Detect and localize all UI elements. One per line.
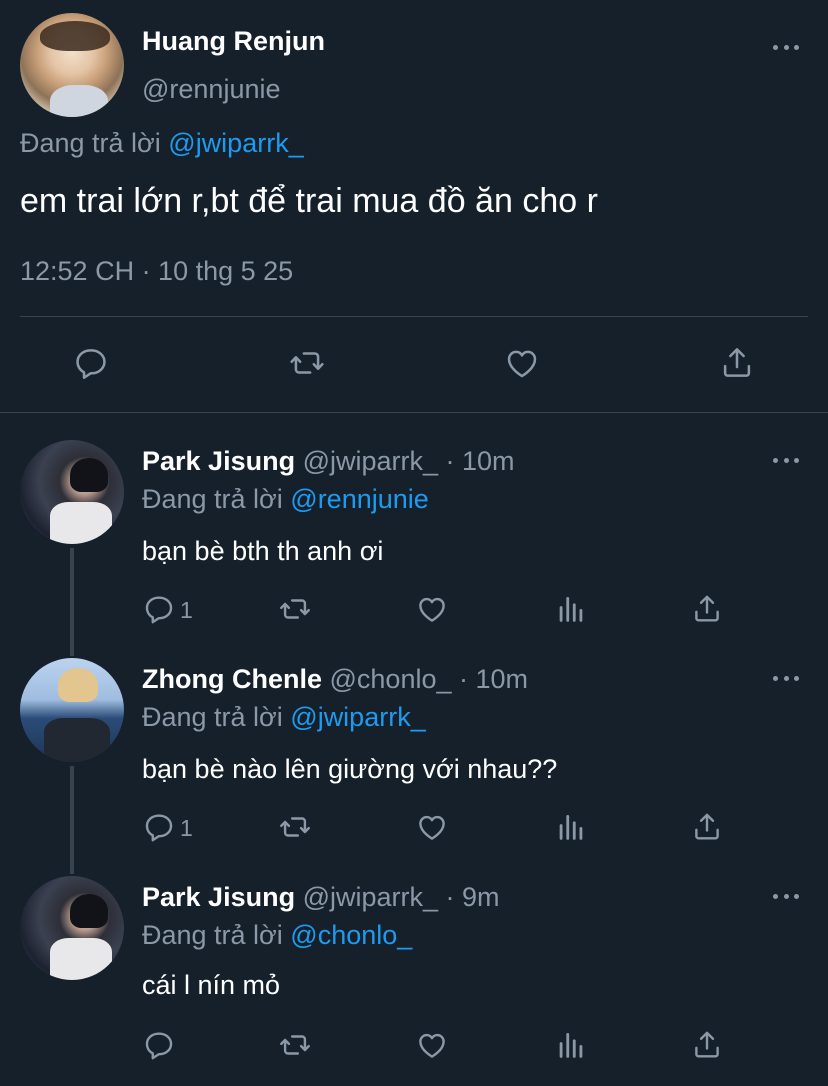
section-divider <box>0 412 828 413</box>
tweet-text: cái l nín mỏ <box>142 970 281 1000</box>
analytics-icon[interactable] <box>554 1028 588 1062</box>
more-options-icon[interactable] <box>773 892 799 900</box>
reply-tweet[interactable]: Zhong Chenle @chonlo_ · 10m Đang trả lời… <box>0 658 828 868</box>
replying-to-link[interactable]: @jwiparrk_ <box>290 702 425 732</box>
author-handle[interactable]: @rennjunie <box>142 74 281 105</box>
retweet-icon[interactable] <box>276 810 314 844</box>
tweet-text: bạn bè bth th anh ơi <box>142 536 384 566</box>
tweet-text: em trai lớn r,bt để trai mua đồ ăn cho r <box>20 182 598 220</box>
replying-to-label: Đang trả lời <box>20 128 161 158</box>
tweet-time[interactable]: · 10m <box>446 446 515 476</box>
divider <box>20 316 808 317</box>
replying-to-link[interactable]: @chonlo_ <box>290 920 412 950</box>
reply-icon[interactable] <box>142 810 176 844</box>
author-name[interactable]: Park Jisung <box>142 446 295 476</box>
reply-count: 1 <box>180 597 193 623</box>
reply-icon[interactable] <box>142 592 176 626</box>
avatar[interactable] <box>20 440 124 544</box>
author-name[interactable]: Park Jisung <box>142 882 295 912</box>
avatar[interactable] <box>20 876 124 980</box>
reply-header: Zhong Chenle @chonlo_ · 10m <box>142 664 528 695</box>
author-handle[interactable]: @jwiparrk_ <box>303 446 438 476</box>
replying-to: Đang trả lời @jwiparrk_ <box>142 702 426 733</box>
avatar[interactable] <box>20 658 124 762</box>
replying-to-label: Đang trả lời <box>142 702 283 732</box>
retweet-icon[interactable] <box>286 344 328 382</box>
reply-tweet[interactable]: Park Jisung @jwiparrk_ · 9m Đang trả lời… <box>0 876 828 1086</box>
replying-to-label: Đang trả lời <box>142 484 283 514</box>
like-icon[interactable] <box>502 344 542 382</box>
main-tweet: Huang Renjun @rennjunie Đang trả lời @jw… <box>0 0 828 412</box>
more-options-icon[interactable] <box>773 43 799 51</box>
replying-to-label: Đang trả lời <box>142 920 283 950</box>
share-icon[interactable] <box>718 344 756 382</box>
author-name[interactable]: Zhong Chenle <box>142 664 322 694</box>
reply-header: Park Jisung @jwiparrk_ · 9m <box>142 882 500 913</box>
replying-to: Đang trả lời @rennjunie <box>142 484 429 515</box>
replying-to: Đang trả lời @chonlo_ <box>142 920 412 951</box>
replying-to-link[interactable]: @jwiparrk_ <box>168 128 303 158</box>
tweet-timestamp[interactable]: 12:52 CH · 10 thg 5 25 <box>20 256 293 287</box>
author-handle[interactable]: @jwiparrk_ <box>303 882 438 912</box>
like-icon[interactable] <box>414 592 450 626</box>
more-options-icon[interactable] <box>773 456 799 464</box>
analytics-icon[interactable] <box>554 810 588 844</box>
replying-to: Đang trả lời @jwiparrk_ <box>20 128 304 159</box>
tweet-time[interactable]: · 10m <box>459 664 528 694</box>
retweet-icon[interactable] <box>276 1028 314 1062</box>
analytics-icon[interactable] <box>554 592 588 626</box>
reply-icon[interactable] <box>72 344 110 382</box>
like-icon[interactable] <box>414 810 450 844</box>
avatar[interactable] <box>20 13 124 117</box>
more-options-icon[interactable] <box>773 674 799 682</box>
author-handle[interactable]: @chonlo_ <box>330 664 452 694</box>
reply-tweet[interactable]: Park Jisung @jwiparrk_ · 10m Đang trả lờ… <box>0 440 828 650</box>
share-icon[interactable] <box>690 1028 724 1062</box>
share-icon[interactable] <box>690 592 724 626</box>
replying-to-link[interactable]: @rennjunie <box>290 484 429 514</box>
like-icon[interactable] <box>414 1028 450 1062</box>
tweet-text: bạn bè nào lên giường với nhau?? <box>142 754 558 784</box>
retweet-icon[interactable] <box>276 592 314 626</box>
reply-header: Park Jisung @jwiparrk_ · 10m <box>142 446 515 477</box>
reply-count: 1 <box>180 815 193 841</box>
author-name[interactable]: Huang Renjun <box>142 26 325 57</box>
share-icon[interactable] <box>690 810 724 844</box>
reply-icon[interactable] <box>142 1028 176 1062</box>
tweet-time[interactable]: · 9m <box>446 882 500 912</box>
